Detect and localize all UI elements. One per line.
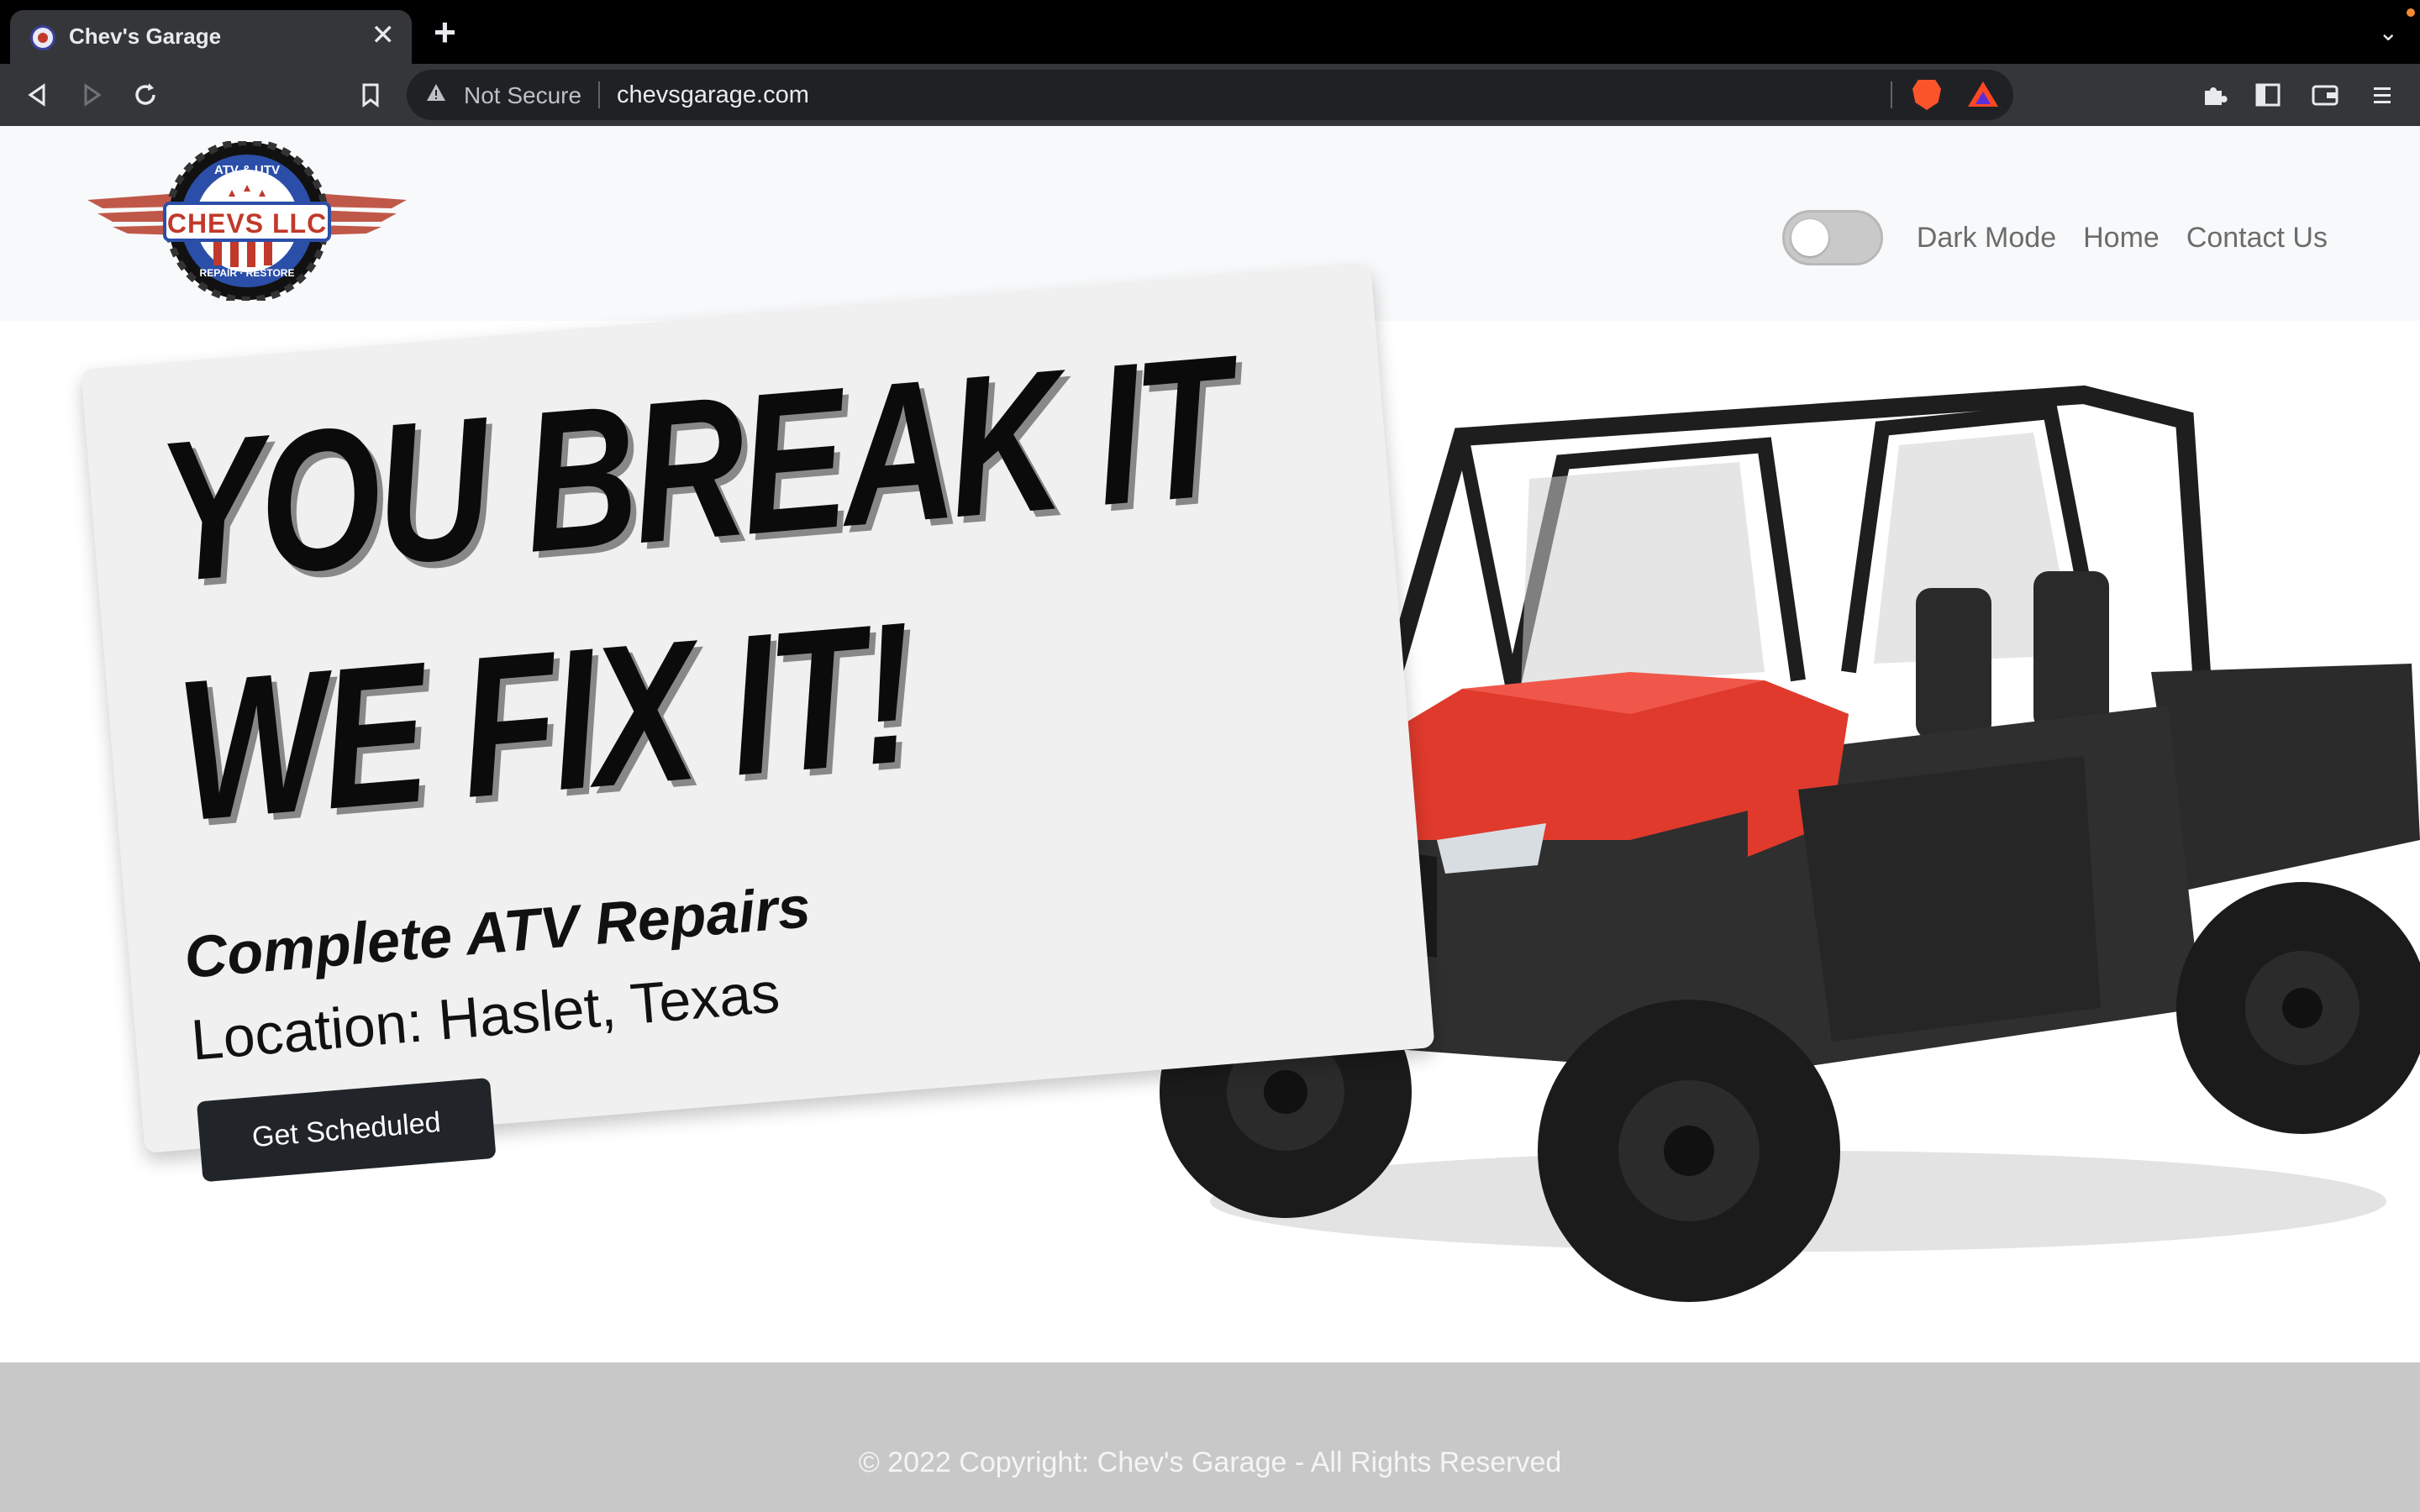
warning-icon[interactable] (425, 81, 447, 109)
wallet-icon[interactable] (2306, 76, 2344, 114)
logo-top-text: ATV & UTV (213, 163, 281, 177)
forward-icon[interactable] (72, 76, 111, 114)
get-scheduled-button[interactable]: Get Scheduled (196, 1077, 497, 1183)
nav-link-home[interactable]: Home (2083, 222, 2160, 255)
address-bar[interactable]: Not Secure chevsgarage.com (407, 70, 2013, 120)
security-status[interactable]: Not Secure (464, 82, 581, 109)
nav-link-contact-us[interactable]: Contact Us (2186, 222, 2328, 255)
menu-icon[interactable] (2363, 76, 2402, 114)
brave-rewards-icon[interactable] (1968, 81, 1998, 107)
browser-toolbar: Not Secure chevsgarage.com (0, 64, 2420, 126)
reload-icon[interactable] (126, 76, 165, 114)
brave-shields-icon[interactable] (1912, 80, 1941, 110)
url-text[interactable]: chevsgarage.com (617, 81, 809, 109)
divider (1891, 81, 1892, 108)
extensions-icon[interactable] (2195, 76, 2233, 114)
bookmark-icon[interactable] (351, 76, 390, 114)
browser-tab-bar: Chev's Garage ✕ + ⌄ (0, 0, 2420, 64)
toggle-knob (1791, 219, 1828, 256)
divider (598, 81, 600, 108)
main-nav: Dark Mode Home Contact Us (1781, 210, 2328, 265)
site-favicon-icon (30, 25, 55, 50)
tab-title: Chev's Garage (69, 24, 222, 49)
update-indicator-icon (2407, 8, 2415, 17)
logo-main-text: CHEVS LLC (166, 208, 328, 239)
logo-bottom-text: REPAIR · RESTORE (199, 267, 295, 279)
dark-mode-label[interactable]: Dark Mode (1917, 222, 2056, 255)
dark-mode-toggle[interactable] (1781, 210, 1883, 265)
copyright-text: © 2022 Copyright: Chev's Garage - All Ri… (858, 1446, 1562, 1478)
back-icon[interactable] (18, 76, 57, 114)
browser-tab[interactable]: Chev's Garage ✕ (10, 10, 412, 64)
new-tab-button[interactable]: + (434, 13, 456, 51)
chevs-llc-logo[interactable]: ATV & UTV CHEVS LLC REPAIR · RESTORE (87, 139, 407, 303)
site-footer: © 2022 Copyright: Chev's Garage - All Ri… (0, 1362, 2420, 1512)
hero-card: YOU BREAK IT WE FIX IT! Complete ATV Rep… (81, 263, 1435, 1183)
sidebar-icon[interactable] (2249, 76, 2287, 114)
tab-close-icon[interactable]: ✕ (371, 20, 396, 50)
headline-line-2: WE FIX IT! (170, 580, 918, 864)
headline-line-1: YOU BREAK IT (150, 314, 1237, 625)
tab-search-icon[interactable]: ⌄ (2379, 18, 2398, 46)
